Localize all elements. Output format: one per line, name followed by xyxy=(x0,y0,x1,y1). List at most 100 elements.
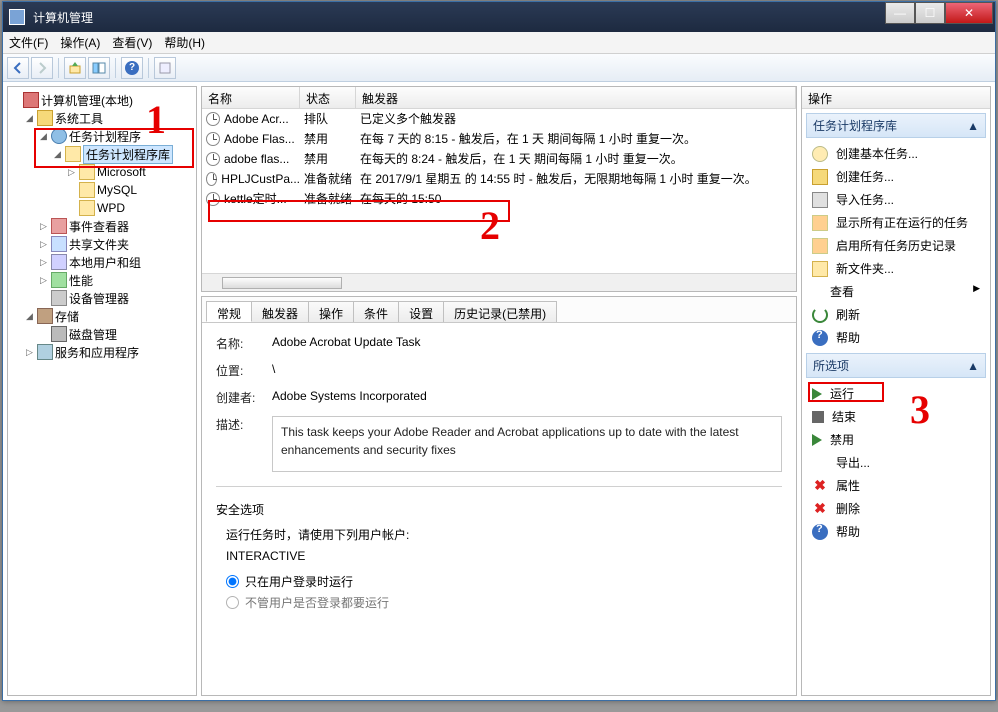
tab-conditions[interactable]: 条件 xyxy=(353,301,399,322)
tree-systools[interactable]: 系统工具 xyxy=(55,110,103,127)
action-refresh[interactable]: 刷新 xyxy=(802,303,990,326)
play-icon xyxy=(812,388,822,400)
tab-triggers[interactable]: 触发器 xyxy=(251,301,309,322)
forward-button[interactable] xyxy=(31,57,53,79)
task-row[interactable]: kettle定时...准备就绪在每天的 15:50 xyxy=(202,189,796,209)
action-help2[interactable]: 帮助 xyxy=(802,520,990,543)
tree-eventviewer[interactable]: 事件查看器 xyxy=(69,218,129,235)
clock-icon xyxy=(812,146,828,162)
col-name[interactable]: 名称 xyxy=(202,87,300,108)
task-row[interactable]: Adobe Acr...排队已定义多个触发器 xyxy=(202,109,796,129)
detail-body: 名称:Adobe Acrobat Update Task 位置:\ 创建者:Ad… xyxy=(202,323,796,695)
label-location: 位置: xyxy=(216,362,272,379)
tab-actions[interactable]: 操作 xyxy=(308,301,354,322)
label-desc: 描述: xyxy=(216,416,272,472)
task-clock-icon xyxy=(206,192,220,206)
label-author: 创建者: xyxy=(216,389,272,406)
security-header: 安全选项 xyxy=(216,501,782,518)
show-hide-tree-button[interactable] xyxy=(88,57,110,79)
tree-performance[interactable]: 性能 xyxy=(69,272,93,289)
action-show-running[interactable]: 显示所有正在运行的任务 xyxy=(802,211,990,234)
action-end[interactable]: 结束 xyxy=(802,405,990,428)
tree-diskmgmt[interactable]: 磁盘管理 xyxy=(69,326,117,343)
folder-icon xyxy=(79,182,95,198)
back-button[interactable] xyxy=(7,57,29,79)
maximize-button[interactable]: ☐ xyxy=(915,2,945,24)
task-state: 准备就绪 xyxy=(300,190,356,207)
action-create-task[interactable]: 创建任务... xyxy=(802,165,990,188)
menu-file[interactable]: 文件(F) xyxy=(9,34,48,51)
action-delete[interactable]: ✖删除 xyxy=(802,497,990,520)
device-icon xyxy=(51,290,67,306)
tree-storage[interactable]: 存储 xyxy=(55,308,79,325)
tree-mysql[interactable]: MySQL xyxy=(97,183,137,197)
export-icon xyxy=(812,455,828,471)
services-icon xyxy=(37,344,53,360)
value-desc[interactable]: This task keeps your Adobe Reader and Ac… xyxy=(272,416,782,472)
folder-icon xyxy=(79,164,95,180)
col-state[interactable]: 状态 xyxy=(300,87,356,108)
action-properties[interactable]: ✖属性 xyxy=(802,474,990,497)
runas-value: INTERACTIVE xyxy=(226,549,782,563)
actions-section-selected[interactable]: 所选项▲ xyxy=(806,353,986,378)
minimize-button[interactable]: — xyxy=(885,2,915,24)
action-export[interactable]: 导出... xyxy=(802,451,990,474)
help-button[interactable]: ? xyxy=(121,57,143,79)
radio-logged-on[interactable] xyxy=(226,575,239,588)
tree-microsoft[interactable]: Microsoft xyxy=(97,165,146,179)
action-enable-history[interactable]: 启用所有任务历史记录 xyxy=(802,234,990,257)
action-help[interactable]: 帮助 xyxy=(802,326,990,349)
tree-root[interactable]: 计算机管理(本地) xyxy=(41,92,133,109)
task-clock-icon xyxy=(206,132,220,146)
tree-devmgr[interactable]: 设备管理器 xyxy=(69,290,129,307)
tree-scheduler[interactable]: 任务计划程序 xyxy=(69,128,141,145)
folder-icon xyxy=(65,146,81,162)
tab-settings[interactable]: 设置 xyxy=(398,301,444,322)
tab-history[interactable]: 历史记录(已禁用) xyxy=(443,301,557,322)
window-title: 计算机管理 xyxy=(31,9,885,26)
folder-icon xyxy=(79,200,95,216)
task-name: HPLJCustPa... xyxy=(221,172,300,186)
scrollbar-horizontal[interactable] xyxy=(202,273,796,291)
action-run[interactable]: 运行 xyxy=(802,382,990,405)
actions-section-library[interactable]: 任务计划程序库▲ xyxy=(806,113,986,138)
task-clock-icon xyxy=(206,152,220,166)
radio-any-user[interactable] xyxy=(226,596,239,609)
task-name: kettle定时... xyxy=(224,190,287,207)
task-row[interactable]: adobe flas...禁用在每天的 8:24 - 触发后，在 1 天 期间每… xyxy=(202,149,796,169)
task-trigger: 在每天的 8:24 - 触发后，在 1 天 期间每隔 1 小时 重复一次。 xyxy=(356,150,796,167)
folder-icon xyxy=(812,261,828,277)
tree-services[interactable]: 服务和应用程序 xyxy=(55,344,139,361)
up-button[interactable] xyxy=(64,57,86,79)
action-new-folder[interactable]: 新文件夹... xyxy=(802,257,990,280)
task-row[interactable]: Adobe Flas...禁用在每 7 天的 8:15 - 触发后，在 1 天 … xyxy=(202,129,796,149)
menu-view[interactable]: 查看(V) xyxy=(112,34,152,51)
column-headers: 名称 状态 触发器 xyxy=(202,87,796,109)
action-view[interactable]: 查看▶ xyxy=(802,280,990,303)
action-create-basic[interactable]: 创建基本任务... xyxy=(802,142,990,165)
action-disable[interactable]: 禁用 xyxy=(802,428,990,451)
tree-scheduler-library[interactable]: 任务计划程序库 xyxy=(83,145,173,164)
share-icon xyxy=(51,236,67,252)
action-import[interactable]: 导入任务... xyxy=(802,188,990,211)
menu-help[interactable]: 帮助(H) xyxy=(164,34,205,51)
properties-button[interactable] xyxy=(154,57,176,79)
close-button[interactable]: ✕ xyxy=(945,2,993,24)
tab-general[interactable]: 常规 xyxy=(206,301,252,322)
col-trigger[interactable]: 触发器 xyxy=(356,87,796,108)
event-icon xyxy=(51,218,67,234)
task-list[interactable]: Adobe Acr...排队已定义多个触发器Adobe Flas...禁用在每 … xyxy=(202,109,796,273)
value-author: Adobe Systems Incorporated xyxy=(272,389,782,406)
task-row[interactable]: HPLJCustPa...准备就绪在 2017/9/1 星期五 的 14:55 … xyxy=(202,169,796,189)
refresh-icon xyxy=(812,307,828,323)
tree-wpd[interactable]: WPD xyxy=(97,201,125,215)
menu-action[interactable]: 操作(A) xyxy=(60,34,100,51)
task-trigger: 已定义多个触发器 xyxy=(356,110,796,127)
navigation-tree[interactable]: 计算机管理(本地) ◢系统工具 ◢任务计划程序 ◢任务计划程序库 xyxy=(7,86,197,696)
tree-localusers[interactable]: 本地用户和组 xyxy=(69,254,141,271)
tree-sharedfolders[interactable]: 共享文件夹 xyxy=(69,236,129,253)
task-trigger: 在每 7 天的 8:15 - 触发后，在 1 天 期间每隔 1 小时 重复一次。 xyxy=(356,130,796,147)
runas-label: 运行任务时，请使用下列用户帐户: xyxy=(226,526,782,543)
menubar: 文件(F) 操作(A) 查看(V) 帮助(H) xyxy=(3,32,995,54)
task-clock-icon xyxy=(206,172,217,186)
